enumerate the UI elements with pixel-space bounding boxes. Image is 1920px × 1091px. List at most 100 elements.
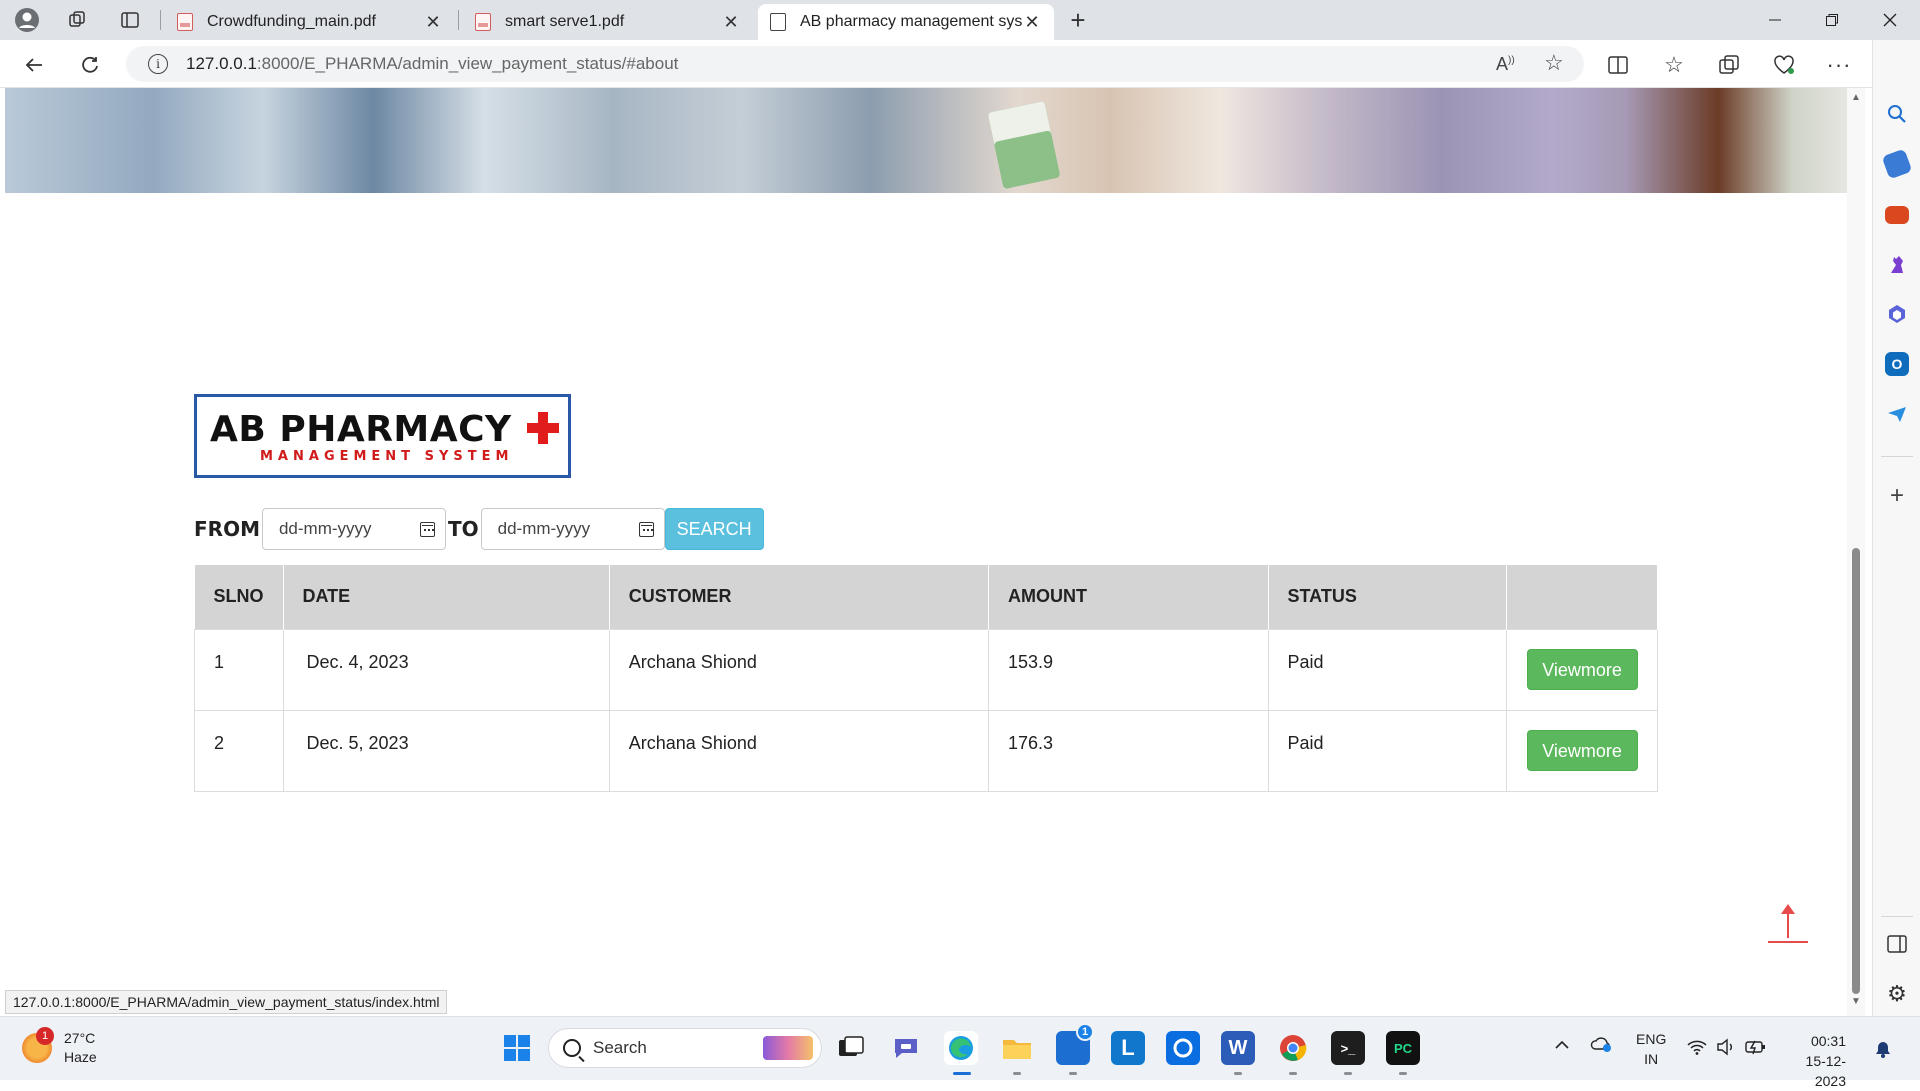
cell-status: Paid xyxy=(1267,709,1508,792)
back-icon[interactable] xyxy=(17,48,51,82)
shopping-tag-icon[interactable] xyxy=(1881,148,1913,180)
notifications-bell-icon[interactable] xyxy=(1874,1040,1892,1063)
tab-actions-icon[interactable] xyxy=(116,6,144,34)
refresh-icon[interactable] xyxy=(73,48,107,82)
url-text[interactable]: 127.0.0.1:8000/E_PHARMA/admin_view_payme… xyxy=(186,54,678,74)
show-hidden-icons-chevron-icon[interactable] xyxy=(1554,1037,1570,1053)
scroll-down-arrow-icon[interactable]: ▼ xyxy=(1851,996,1861,1007)
address-bar[interactable]: i 127.0.0.1:8000/E_PHARMA/admin_view_pay… xyxy=(126,46,1584,82)
calendar-icon[interactable] xyxy=(638,521,654,537)
tab-ab-pharmacy[interactable]: AB pharmacy management syste ✕ xyxy=(758,4,1054,40)
add-sidebar-app-icon[interactable]: + xyxy=(1885,482,1909,509)
calendar-icon[interactable] xyxy=(419,521,435,537)
restore-icon[interactable] xyxy=(1804,0,1860,40)
cell-slno: 2 xyxy=(194,709,284,792)
favorite-star-icon[interactable]: ☆ xyxy=(1544,50,1564,76)
teams-chat-icon[interactable] xyxy=(889,1031,923,1065)
volume-icon[interactable] xyxy=(1716,1038,1736,1061)
hide-sidebar-icon[interactable] xyxy=(1885,932,1909,956)
browser-tab-strip: Crowdfunding_main.pdf ✕ smart serve1.pdf… xyxy=(0,0,1920,40)
from-label: FROM xyxy=(194,517,260,541)
close-icon[interactable]: ✕ xyxy=(423,12,443,33)
site-info-icon[interactable]: i xyxy=(148,54,168,74)
weather-widget[interactable]: 1 27°C Haze xyxy=(22,1027,97,1067)
onedrive-sync-icon[interactable] xyxy=(1590,1035,1614,1056)
outlook-icon[interactable]: O xyxy=(1885,352,1909,376)
file-explorer-icon[interactable] xyxy=(1000,1031,1034,1065)
column-header-status: STATUS xyxy=(1268,565,1508,629)
tab-title: smart serve1.pdf xyxy=(505,13,625,30)
to-label: TO xyxy=(447,517,479,541)
taskbar-clock[interactable]: 00:31 15-12-2023 xyxy=(1786,1031,1846,1091)
start-windows-icon[interactable] xyxy=(500,1031,534,1065)
tab-smart-serve[interactable]: smart serve1.pdf ✕ xyxy=(463,4,753,40)
weather-badge: 1 xyxy=(36,1027,54,1045)
cortana-circle-icon[interactable] xyxy=(1166,1031,1200,1065)
link-status-url: 127.0.0.1:8000/E_PHARMA/admin_view_payme… xyxy=(5,990,448,1014)
microsoft-store-icon[interactable]: 1 xyxy=(1056,1023,1094,1065)
edge-sidebar: O + ⚙ xyxy=(1872,40,1920,1016)
cell-slno: 1 xyxy=(194,628,284,711)
browser-toolbar: i 127.0.0.1:8000/E_PHARMA/admin_view_pay… xyxy=(0,40,1920,88)
to-date-input[interactable]: dd-mm-yyyy xyxy=(480,508,665,550)
wifi-icon[interactable] xyxy=(1687,1039,1707,1060)
task-view-icon[interactable] xyxy=(834,1031,868,1065)
favorites-icon[interactable]: ☆ xyxy=(1657,48,1691,82)
launcher-l-icon[interactable]: L xyxy=(1111,1031,1145,1065)
cell-action: Viewmore xyxy=(1506,628,1658,711)
tab-crowdfunding[interactable]: Crowdfunding_main.pdf ✕ xyxy=(165,4,455,40)
scrollbar-thumb[interactable] xyxy=(1852,548,1860,994)
profile-icon[interactable] xyxy=(13,6,41,34)
cell-status: Paid xyxy=(1267,628,1508,711)
column-header-amount: AMOUNT xyxy=(988,565,1269,629)
from-date-input[interactable]: dd-mm-yyyy xyxy=(261,508,446,550)
tools-briefcase-icon[interactable] xyxy=(1885,206,1909,224)
close-window-icon[interactable] xyxy=(1862,0,1918,40)
hero-banner-image xyxy=(5,88,1847,193)
close-icon[interactable]: ✕ xyxy=(721,12,741,33)
tab-title: Crowdfunding_main.pdf xyxy=(207,13,376,30)
split-screen-icon[interactable] xyxy=(1601,48,1635,82)
edge-browser-icon[interactable] xyxy=(944,1031,978,1065)
viewmore-button[interactable]: Viewmore xyxy=(1526,730,1638,771)
search-highlight-icon xyxy=(763,1036,813,1060)
chrome-icon[interactable] xyxy=(1276,1031,1310,1065)
store-badge: 1 xyxy=(1076,1023,1094,1041)
table-row: 1 Dec. 4, 2023 Archana Shiond 153.9 Paid… xyxy=(194,628,1658,711)
microsoft-365-icon[interactable] xyxy=(1885,302,1909,326)
column-header-action xyxy=(1506,565,1658,629)
minimize-icon[interactable] xyxy=(1747,0,1803,40)
search-button[interactable]: SEARCH xyxy=(664,508,764,550)
weather-temperature: 27°C xyxy=(64,1030,96,1046)
sidebar-search-icon[interactable] xyxy=(1885,102,1909,126)
language-indicator[interactable]: ENG IN xyxy=(1636,1029,1666,1069)
payment-status-table: SLNO DATE CUSTOMER AMOUNT STATUS 1 Dec. … xyxy=(194,565,1658,792)
battery-charging-icon[interactable] xyxy=(1745,1038,1767,1061)
terminal-icon[interactable]: >_ xyxy=(1331,1031,1365,1065)
page-icon xyxy=(770,13,786,31)
browser-essentials-icon[interactable] xyxy=(1767,48,1801,82)
column-header-date: DATE xyxy=(283,565,610,629)
workspaces-icon[interactable] xyxy=(63,6,91,34)
close-icon[interactable]: ✕ xyxy=(1022,12,1042,33)
games-chess-icon[interactable] xyxy=(1885,252,1909,276)
scroll-up-arrow-icon[interactable]: ▲ xyxy=(1851,92,1861,103)
cell-customer: Archana Shiond xyxy=(608,709,990,792)
more-options-icon[interactable]: ··· xyxy=(1822,48,1856,82)
send-drop-icon[interactable] xyxy=(1885,402,1909,426)
pycharm-icon[interactable]: PC xyxy=(1386,1031,1420,1065)
word-icon[interactable]: W xyxy=(1221,1031,1255,1065)
settings-gear-icon[interactable]: ⚙ xyxy=(1885,981,1909,1006)
back-to-top-arrow-icon[interactable] xyxy=(1768,904,1808,944)
date-filter-form: FROM dd-mm-yyyy TO dd-mm-yyyy SEARCH xyxy=(194,508,764,550)
page-scrollbar[interactable]: ▲ ▼ xyxy=(1847,88,1865,1016)
taskbar-search-box[interactable]: Search xyxy=(548,1028,822,1068)
logo-subtitle: MANAGEMENT SYSTEM xyxy=(260,449,514,464)
viewmore-button[interactable]: Viewmore xyxy=(1526,649,1638,690)
collections-icon[interactable] xyxy=(1712,48,1746,82)
new-tab-icon[interactable]: + xyxy=(1064,5,1092,35)
page-viewport: AB PHARMACY MANAGEMENT SYSTEM FROM dd-mm… xyxy=(5,88,1847,1016)
medical-cross-icon xyxy=(527,412,559,444)
clock-time: 00:31 xyxy=(1810,1033,1846,1049)
read-aloud-icon[interactable]: A)) xyxy=(1496,54,1515,75)
